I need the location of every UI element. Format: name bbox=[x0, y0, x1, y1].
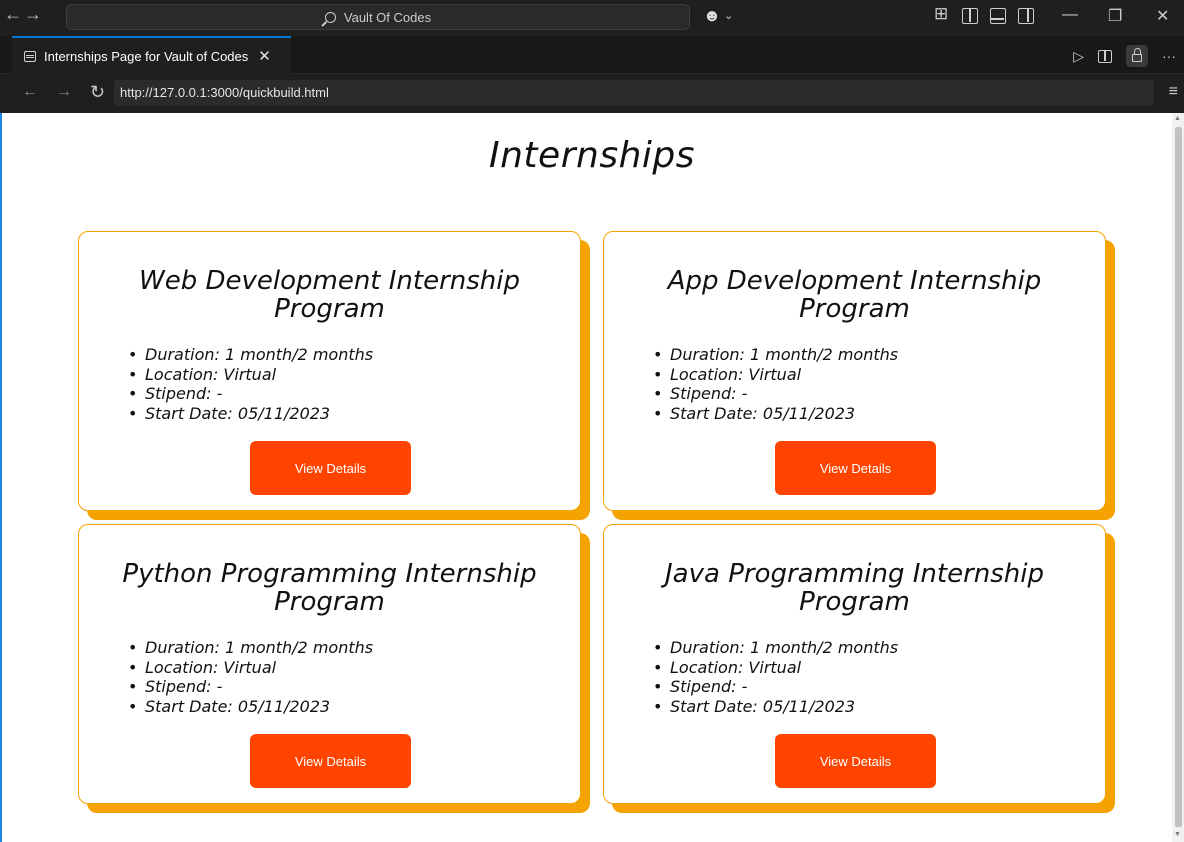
list-item: Duration: 1 month/2 months bbox=[648, 638, 898, 658]
search-text: Vault Of Codes bbox=[343, 9, 432, 25]
internship-card-python: Python Programming Internship Program Du… bbox=[78, 524, 581, 804]
customize-layout-icon[interactable] bbox=[934, 4, 950, 24]
card-title: Web Development Internship Program bbox=[138, 266, 521, 324]
window-title-bar: ← → Vault Of Codes ☻ ⌄ — ❐ ✕ bbox=[0, 0, 1184, 36]
view-details-button[interactable]: View Details bbox=[250, 734, 411, 788]
restore-icon[interactable]: ❐ bbox=[1108, 6, 1122, 26]
card-title: Java Programming Internship Program bbox=[665, 559, 1044, 617]
page-title: Internships bbox=[489, 135, 695, 176]
layout-controls bbox=[934, 4, 1034, 24]
list-item: Start Date: 05/11/2023 bbox=[123, 697, 373, 717]
tab-close-icon[interactable]: ✕ bbox=[258, 47, 271, 65]
list-item: Duration: 1 month/2 months bbox=[123, 345, 373, 365]
toggle-panel-icon[interactable] bbox=[990, 8, 1006, 24]
card-details-list: Duration: 1 month/2 months Location: Vir… bbox=[648, 638, 898, 716]
close-icon[interactable]: ✕ bbox=[1156, 6, 1169, 26]
list-item: Stipend: - bbox=[123, 677, 373, 697]
card-title: Python Programming Internship Program bbox=[122, 559, 537, 617]
back-arrow-icon[interactable]: ← bbox=[4, 4, 22, 25]
list-item: Start Date: 05/11/2023 bbox=[648, 697, 898, 717]
internship-card-java: Java Programming Internship Program Dura… bbox=[603, 524, 1106, 804]
browser-forward-icon[interactable]: → bbox=[56, 83, 72, 101]
run-icon[interactable]: ▷ bbox=[1073, 48, 1084, 65]
lock-icon bbox=[1132, 48, 1142, 62]
forward-arrow-icon[interactable]: → bbox=[24, 4, 42, 25]
toggle-secondary-sidebar-icon[interactable] bbox=[1018, 8, 1034, 24]
tab-actions: ▷ ··· bbox=[1073, 45, 1176, 67]
browser-preview-icon bbox=[24, 50, 36, 62]
view-details-button[interactable]: View Details bbox=[775, 734, 936, 788]
list-item: Stipend: - bbox=[648, 384, 898, 404]
list-item: Start Date: 05/11/2023 bbox=[648, 404, 898, 424]
card-title: App Development Internship Program bbox=[667, 266, 1042, 324]
tab-internships-page[interactable]: Internships Page for Vault of Codes ✕ bbox=[12, 36, 291, 74]
menu-icon[interactable]: ≡ bbox=[1169, 83, 1178, 101]
browser-back-icon[interactable]: ← bbox=[22, 83, 38, 101]
tab-label: Internships Page for Vault of Codes bbox=[44, 48, 249, 64]
lock-group-button[interactable] bbox=[1126, 45, 1148, 67]
minimize-icon[interactable]: — bbox=[1062, 6, 1078, 24]
list-item: Location: Virtual bbox=[648, 658, 898, 678]
focus-edge bbox=[0, 113, 2, 842]
chevron-down-icon[interactable]: ⌄ bbox=[724, 9, 733, 22]
split-editor-icon[interactable] bbox=[1098, 49, 1112, 63]
list-item: Location: Virtual bbox=[123, 658, 373, 678]
view-details-button[interactable]: View Details bbox=[250, 441, 411, 495]
list-item: Stipend: - bbox=[648, 677, 898, 697]
scroll-up-icon[interactable]: ▲ bbox=[1174, 115, 1181, 122]
view-details-button[interactable]: View Details bbox=[775, 441, 936, 495]
scrollbar-thumb[interactable] bbox=[1175, 127, 1182, 827]
url-input[interactable]: http://127.0.0.1:3000/quickbuild.html bbox=[114, 80, 1154, 106]
vertical-scrollbar[interactable]: ▲ ▼ bbox=[1172, 113, 1184, 842]
list-item: Stipend: - bbox=[123, 384, 373, 404]
card-details-list: Duration: 1 month/2 months Location: Vir… bbox=[123, 345, 373, 423]
editor-tab-bar: Internships Page for Vault of Codes ✕ ▷ … bbox=[0, 36, 1184, 74]
list-item: Duration: 1 month/2 months bbox=[123, 638, 373, 658]
browser-address-bar: ← → ↻ http://127.0.0.1:3000/quickbuild.h… bbox=[0, 74, 1184, 113]
command-center-search[interactable]: Vault Of Codes bbox=[66, 4, 690, 30]
internship-card-app: App Development Internship Program Durat… bbox=[603, 231, 1106, 511]
card-details-list: Duration: 1 month/2 months Location: Vir… bbox=[123, 638, 373, 716]
list-item: Location: Virtual bbox=[648, 365, 898, 385]
page-viewport: Internships Web Development Internship P… bbox=[0, 113, 1184, 842]
list-item: Location: Virtual bbox=[123, 365, 373, 385]
toggle-primary-sidebar-icon[interactable] bbox=[962, 8, 978, 24]
list-item: Start Date: 05/11/2023 bbox=[123, 404, 373, 424]
reload-icon[interactable]: ↻ bbox=[90, 82, 105, 103]
scroll-down-icon[interactable]: ▼ bbox=[1174, 831, 1181, 838]
search-icon bbox=[324, 11, 336, 23]
list-item: Duration: 1 month/2 months bbox=[648, 345, 898, 365]
copilot-icon[interactable]: ☻ bbox=[703, 6, 721, 26]
more-actions-icon[interactable]: ··· bbox=[1162, 48, 1176, 64]
internship-card-web: Web Development Internship Program Durat… bbox=[78, 231, 581, 511]
card-details-list: Duration: 1 month/2 months Location: Vir… bbox=[648, 345, 898, 423]
